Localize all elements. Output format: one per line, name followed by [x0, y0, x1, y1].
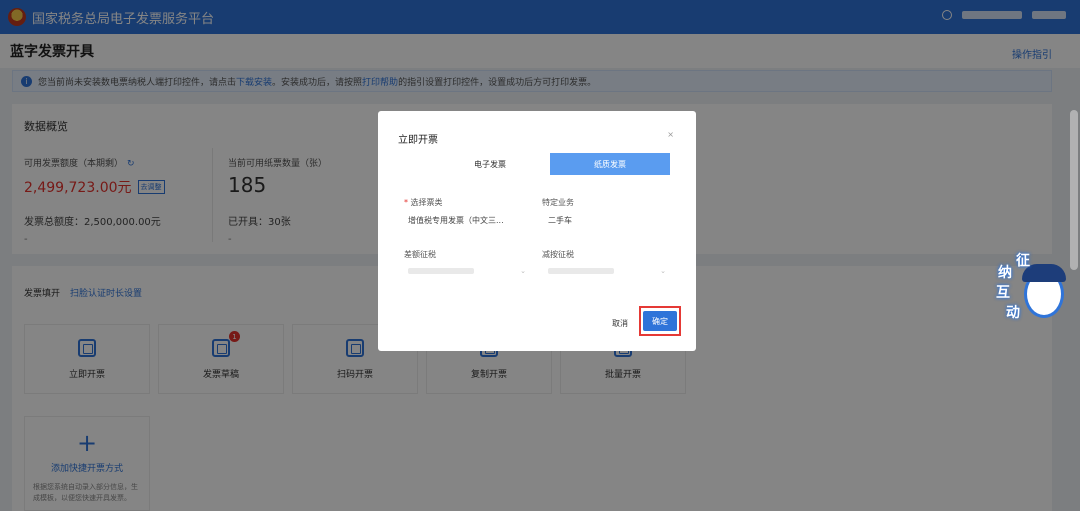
diff-tax-label: 差额征税 [404, 250, 436, 259]
special-business-select[interactable]: 二手车 [548, 215, 572, 226]
cancel-button[interactable]: 取消 [612, 318, 628, 329]
reduce-tax-label: 减按征税 [542, 250, 574, 259]
invoice-type-select[interactable]: 增值税专用发票（中文三... [408, 215, 504, 226]
close-icon[interactable]: × [667, 130, 674, 139]
chevron-down-icon: ⌄ [660, 267, 666, 275]
diff-tax-placeholder [408, 268, 474, 274]
reduce-tax-select[interactable]: ⌄ [548, 264, 666, 278]
invoice-type-label: * 选择票类 [404, 198, 443, 207]
mascot-word-4: 动 [1006, 305, 1020, 321]
mascot-word-2: 纳 [998, 265, 1012, 281]
page-scrollbar[interactable] [1070, 110, 1078, 270]
confirm-highlight-box [639, 306, 681, 336]
mascot-word-3: 互 [996, 285, 1010, 301]
special-business-label: 特定业务 [542, 198, 574, 207]
reduce-tax-placeholder [548, 268, 614, 274]
dialog-title: 立即开票 [398, 135, 438, 146]
tab-electronic-invoice[interactable]: 电子发票 [430, 153, 550, 175]
invoice-type-label-text: 选择票类 [410, 198, 443, 207]
interaction-mascot[interactable]: 征 纳 互 动 [996, 250, 1074, 324]
tab-paper-invoice[interactable]: 纸质发票 [550, 153, 670, 175]
diff-tax-select[interactable]: ⌄ [408, 264, 526, 278]
invoice-medium-tabs: 电子发票 纸质发票 [430, 153, 670, 175]
chevron-down-icon: ⌄ [520, 267, 526, 275]
mascot-word-1: 征 [1016, 253, 1030, 269]
